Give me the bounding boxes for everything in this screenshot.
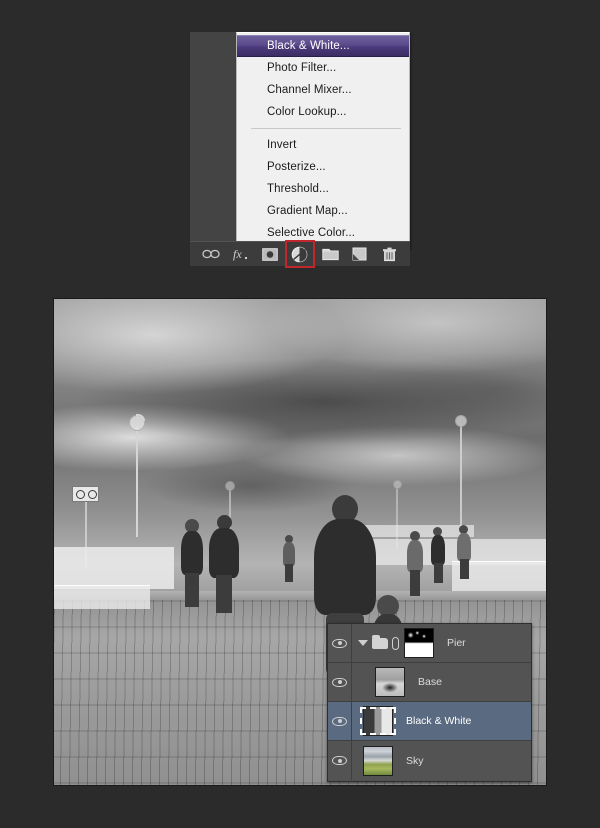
folder-icon [372, 638, 388, 649]
eye-icon [332, 756, 347, 765]
menu-item-threshold[interactable]: Threshold... [237, 178, 409, 200]
add-layer-mask-icon[interactable] [258, 244, 282, 264]
person-legs [460, 559, 469, 579]
person-legs [434, 563, 443, 583]
layer-visibility-toggle[interactable] [328, 624, 352, 662]
person-legs [185, 573, 199, 607]
menu-item-channel-mixer[interactable]: Channel Mixer... [237, 79, 409, 101]
layer-group-controls[interactable] [352, 637, 399, 650]
menu-item-label: Invert [267, 139, 296, 151]
menu-item-invert[interactable]: Invert [237, 134, 409, 156]
person-distant-right-b [430, 527, 446, 583]
layer-name: Pier [439, 637, 466, 649]
link-mask-icon[interactable] [392, 637, 399, 650]
layer-name: Base [410, 676, 442, 688]
layer-thumbnail-wrap[interactable] [358, 706, 398, 736]
person-body [314, 519, 376, 615]
adjustment-layer-menu[interactable]: Black & White... Photo Filter... Channel… [236, 32, 410, 249]
menu-item-photo-filter[interactable]: Photo Filter... [237, 57, 409, 79]
layer-visibility-toggle[interactable] [328, 663, 352, 701]
layer-thumbnail-wrap[interactable] [399, 628, 439, 658]
person-body [283, 542, 295, 566]
layer-thumbnail[interactable] [404, 628, 434, 658]
layers-panel[interactable]: Pier Base Black & White [327, 623, 532, 782]
screenshot-root: Black & White... Photo Filter... Channel… [0, 0, 600, 828]
layer-thumbnail[interactable] [363, 706, 393, 736]
layers-panel-toolbar[interactable]: fx [190, 241, 410, 266]
menu-item-label: Selective Color... [267, 227, 355, 239]
person-distant-center [282, 535, 296, 581]
delete-layer-icon[interactable] [377, 244, 401, 264]
lamp-post [136, 427, 138, 537]
eye-icon [332, 717, 347, 726]
menu-item-label: Photo Filter... [267, 62, 336, 74]
person-body [209, 528, 239, 578]
layer-style-fx-icon[interactable]: fx [228, 244, 252, 264]
layer-row-sky[interactable]: Sky [328, 741, 531, 780]
chevron-down-icon[interactable] [358, 640, 368, 646]
person-walking-left [179, 519, 205, 607]
new-group-icon[interactable] [318, 244, 342, 264]
lamp-head [393, 480, 402, 489]
pier-sign [72, 486, 99, 502]
layer-name: Sky [398, 755, 424, 767]
menu-item-label: Black & White... [267, 40, 350, 52]
layer-thumbnail[interactable] [375, 667, 405, 697]
person-distant-right-c [456, 525, 472, 579]
new-adjustment-layer-icon[interactable] [287, 242, 313, 266]
lamp-post [460, 425, 462, 533]
menu-item-color-lookup[interactable]: Color Lookup... [237, 101, 409, 123]
link-layers-icon[interactable] [199, 244, 223, 264]
person-legs [410, 570, 420, 596]
layer-name: Black & White [398, 715, 471, 727]
person-distant-right-a [406, 531, 424, 595]
menu-item-posterize[interactable]: Posterize... [237, 156, 409, 178]
menu-item-gradient-map[interactable]: Gradient Map... [237, 200, 409, 222]
layer-visibility-toggle[interactable] [328, 741, 352, 780]
railing-left [54, 547, 174, 589]
svg-text:fx: fx [233, 247, 242, 261]
layer-visibility-toggle[interactable] [328, 702, 352, 740]
lamp-head [455, 415, 467, 427]
layer-thumbnail-wrap[interactable] [370, 667, 410, 697]
lamp-head [225, 481, 235, 491]
layer-thumbnail[interactable] [363, 746, 393, 776]
eye-icon [332, 639, 347, 648]
person-body [431, 535, 445, 565]
person-body [181, 531, 203, 575]
menu-item-label: Channel Mixer... [267, 84, 352, 96]
person-body [407, 540, 423, 572]
menu-item-black-and-white[interactable]: Black & White... [237, 35, 409, 57]
person-walking-center [209, 515, 239, 611]
layer-row-black-and-white[interactable]: Black & White [328, 702, 531, 741]
sign-glyph [76, 490, 85, 499]
layer-row-base[interactable]: Base [328, 663, 531, 702]
layer-thumbnail-wrap[interactable] [358, 746, 398, 776]
person-body [457, 533, 471, 561]
eye-icon [332, 678, 347, 687]
menu-item-label: Threshold... [267, 183, 329, 195]
layer-row-pier[interactable]: Pier [328, 624, 531, 663]
bench-left [54, 585, 150, 609]
menu-separator [251, 128, 401, 129]
person-legs [285, 564, 293, 582]
person-legs [216, 575, 232, 613]
menu-item-label: Color Lookup... [267, 106, 347, 118]
menu-item-label: Posterize... [267, 161, 326, 173]
new-layer-icon[interactable] [348, 244, 372, 264]
menu-item-label: Gradient Map... [267, 205, 348, 217]
sign-glyph [88, 490, 97, 499]
